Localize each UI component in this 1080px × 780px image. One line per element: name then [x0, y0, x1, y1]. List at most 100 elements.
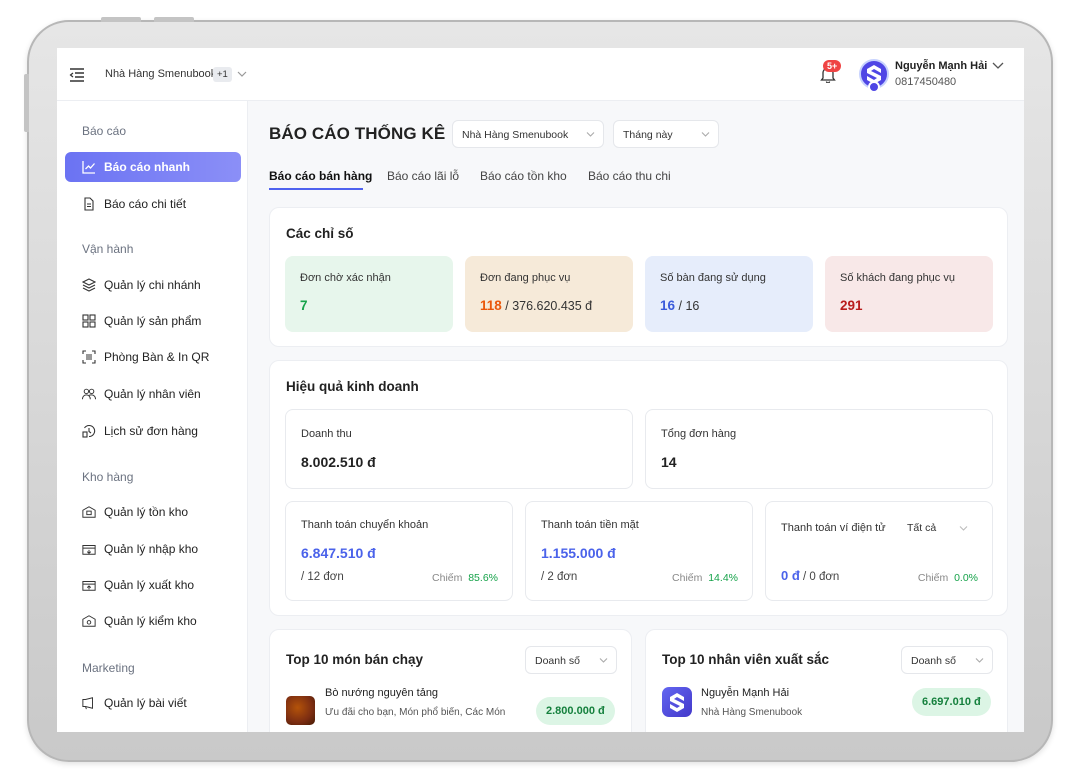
sidebar-item-detail-report[interactable]: Báo cáo chi tiết: [65, 189, 241, 219]
top-staff-title: Top 10 nhân viên xuất sắc: [662, 652, 830, 667]
store-select-value: Nhà Hàng Smenubook: [462, 129, 569, 141]
sidebar-item-order-history[interactable]: Lịch sử đơn hàng: [65, 416, 241, 446]
cash-orders: / 2 đơn: [541, 571, 578, 583]
sidebar-section-warehouse: Kho hàng: [82, 470, 134, 484]
tab-profit-loss-report[interactable]: Báo cáo lãi lỗ: [387, 169, 459, 183]
sidebar-item-label: Quản lý bài viết: [104, 696, 187, 710]
kpi-pending-orders[interactable]: Đơn chờ xác nhận 7: [285, 256, 453, 332]
top-staff-sort-select[interactable]: Doanh số: [901, 646, 993, 674]
top-dishes-title: Top 10 món bán chạy: [286, 652, 424, 667]
sidebar-item-label: Báo cáo chi tiết: [104, 197, 187, 211]
chevron-down-icon: [701, 132, 710, 137]
store-switcher-label[interactable]: Nhà Hàng Smenubook: [105, 68, 216, 80]
ewallet-share: Chiếm 0.0%: [917, 572, 978, 584]
qr-icon: [82, 350, 96, 364]
kpi-label: Số bàn đang sử dụng: [660, 272, 766, 284]
ewallet-filter-select[interactable]: Tất cả: [907, 522, 936, 534]
chevron-down-icon[interactable]: [959, 525, 968, 532]
sidebar-item-label: Quản lý tồn kho: [104, 505, 189, 519]
ewallet-amount: 0 đ / 0 đơn: [781, 568, 840, 583]
active-tab-indicator: [269, 188, 363, 190]
chevron-down-icon[interactable]: [992, 61, 1004, 71]
sidebar-item-label: Quản lý sản phẩm: [104, 314, 202, 328]
staff-name[interactable]: Nguyễn Mạnh Hải: [701, 687, 789, 699]
tab-inventory-report[interactable]: Báo cáo tồn kho: [480, 169, 567, 183]
top-dishes-sort-select[interactable]: Doanh số: [525, 646, 617, 674]
sidebar-item-label: Quản lý chi nhánh: [104, 278, 201, 292]
page-title: BÁO CÁO THỐNG KÊ: [269, 124, 446, 143]
tab-income-expense-report[interactable]: Báo cáo thu chi: [588, 169, 671, 183]
bank-transfer-box: Thanh toán chuyển khoản 6.847.510 đ / 12…: [285, 501, 513, 601]
sidebar-item-branches[interactable]: Quản lý chi nhánh: [65, 270, 241, 300]
sidebar-item-stock-check[interactable]: Quản lý kiểm kho: [65, 606, 241, 636]
dish-name[interactable]: Bò nướng nguyên tảng: [325, 687, 438, 699]
top-bar: Nhà Hàng Smenubook +1 5+ Nguyễn Mạnh Hải…: [57, 48, 1024, 101]
sidebar-item-posts[interactable]: Quản lý bài viết: [65, 688, 241, 718]
chevron-down-icon: [586, 132, 595, 137]
revenue-label: Doanh thu: [301, 428, 352, 440]
cash-share: Chiếm 14.4%: [672, 572, 738, 584]
sidebar-item-quick-report[interactable]: Báo cáo nhanh: [65, 152, 241, 182]
sidebar-section-operations: Vận hành: [82, 242, 134, 256]
grid-icon: [82, 314, 96, 328]
dish-categories: Ưu đãi cho bạn, Món phổ biến, Các Món: [325, 707, 506, 718]
kpi-label: Đơn đang phục vụ: [480, 272, 571, 284]
notification-count-badge: 5+: [823, 60, 842, 72]
kpi-value: 118 / 376.620.435 đ: [480, 298, 593, 313]
kpi-label: Số khách đang phục vụ: [840, 272, 955, 284]
bank-transfer-share: Chiếm 85.6%: [432, 572, 498, 584]
kpi-guests-serving[interactable]: Số khách đang phục vụ 291: [825, 256, 993, 332]
period-select[interactable]: Tháng này: [613, 120, 719, 148]
history-icon: [82, 424, 96, 438]
app-screen: Nhà Hàng Smenubook +1 5+ Nguyễn Mạnh Hải…: [57, 48, 1024, 732]
bank-transfer-value: 6.847.510 đ: [301, 545, 376, 561]
staff-avatar: [662, 687, 692, 717]
top-staff-card: Top 10 nhân viên xuất sắc Doanh số Nguyễ…: [645, 629, 1008, 732]
users-icon: [82, 388, 96, 400]
sidebar-item-stock-import[interactable]: Quản lý nhập kho: [65, 534, 241, 564]
sidebar-item-tables-qr[interactable]: Phòng Bàn & In QR: [65, 342, 241, 372]
store-select[interactable]: Nhà Hàng Smenubook: [452, 120, 604, 148]
tablet-volume-button: [101, 17, 141, 22]
sidebar-item-products[interactable]: Quản lý sản phẩm: [65, 306, 241, 336]
export-box-icon: [82, 581, 96, 591]
kpi-serving-orders[interactable]: Đơn đang phục vụ 118 / 376.620.435 đ: [465, 256, 633, 332]
cash-box: Thanh toán tiền mặt 1.155.000 đ / 2 đơn …: [525, 501, 753, 601]
sidebar-item-staff[interactable]: Quản lý nhân viên: [65, 379, 241, 409]
warehouse-icon: [82, 506, 96, 518]
sidebar-item-label: Quản lý xuất kho: [104, 578, 195, 592]
online-status-icon: [868, 81, 880, 93]
kpi-tables-in-use[interactable]: Số bàn đang sử dụng 16 / 16: [645, 256, 813, 332]
tablet-volume-button: [154, 17, 194, 22]
ewallet-label: Thanh toán ví điện tử: [781, 522, 886, 534]
sidebar-item-label: Quản lý nhập kho: [104, 542, 199, 556]
sidebar-item-label: Báo cáo nhanh: [104, 160, 191, 174]
sidebar-section-reports: Báo cáo: [82, 124, 127, 138]
indicators-title: Các chỉ số: [286, 226, 354, 241]
chevron-down-icon[interactable]: [237, 69, 247, 79]
dish-image: [286, 696, 315, 725]
sidebar-item-label: Quản lý kiểm kho: [104, 614, 197, 628]
sidebar-item-inventory[interactable]: Quản lý tồn kho: [65, 497, 241, 527]
chart-line-icon: [82, 161, 95, 174]
business-title: Hiệu quả kinh doanh: [286, 379, 419, 394]
document-icon: [84, 197, 94, 211]
revenue-value: 8.002.510 đ: [301, 454, 376, 470]
indicators-card: Các chỉ số Đơn chờ xác nhận 7 Đơn đang p…: [269, 207, 1008, 347]
sidebar-item-stock-export[interactable]: Quản lý xuất kho: [65, 570, 241, 600]
sort-select-value: Doanh số: [911, 655, 956, 667]
sidebar-item-label: Phòng Bàn & In QR: [104, 350, 210, 364]
bank-transfer-label: Thanh toán chuyển khoản: [301, 519, 429, 531]
sidebar-item-label: Quản lý nhân viên: [104, 387, 201, 401]
period-select-value: Tháng này: [623, 129, 673, 141]
kpi-value: 7: [300, 298, 308, 313]
sidebar-section-marketing: Marketing: [82, 661, 135, 675]
menu-collapse-icon[interactable]: [69, 68, 85, 82]
total-orders-box: Tổng đơn hàng 14: [645, 409, 993, 489]
smenubook-logo-icon: [670, 693, 684, 712]
tab-sales-report[interactable]: Báo cáo bán hàng: [269, 169, 372, 183]
staff-revenue-badge: 6.697.010 đ: [912, 688, 991, 716]
layers-icon: [82, 278, 96, 292]
import-box-icon: [82, 545, 96, 555]
user-name[interactable]: Nguyễn Mạnh Hải: [895, 60, 987, 72]
